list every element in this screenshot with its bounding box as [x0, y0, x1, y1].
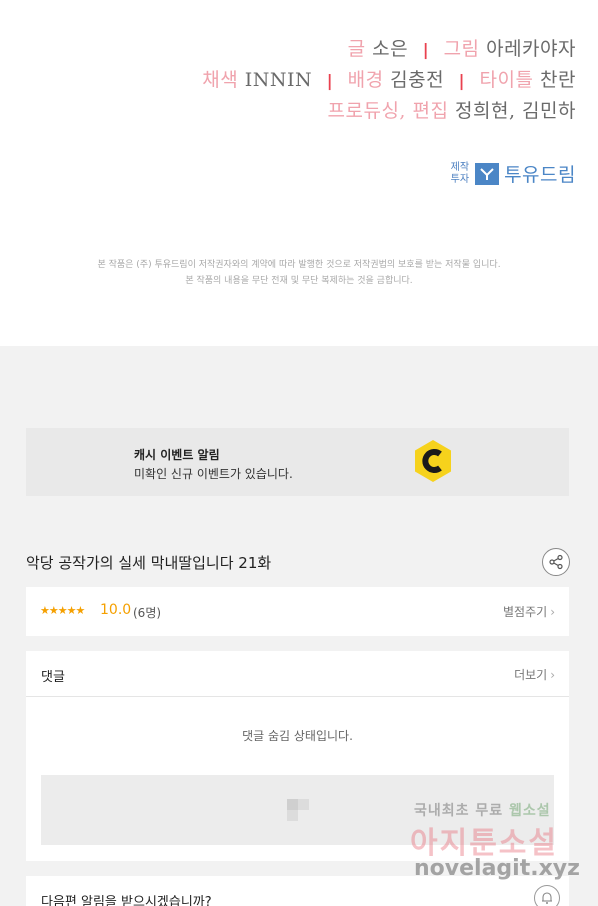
producer-name: 투유드림: [504, 164, 576, 186]
notify-text: 다음편 알림을 받으시겠습니까?: [41, 895, 212, 906]
event-description: 미확인 신규 이벤트가 있습니다.: [134, 467, 293, 481]
watermark-tagline-text: 국내최초 무료: [414, 803, 510, 819]
site-watermark: 국내최초 무료 웹소설 아지툰소설 novelagit.xyz: [410, 800, 580, 890]
rating-stars: ★★★★★: [40, 604, 85, 617]
rating-card: ★★★★★ 10.0 (6명) 별점주기 ›: [26, 587, 569, 636]
producer-role-investment: 투자: [450, 173, 470, 185]
comments-header: 댓글 더보기 ›: [26, 651, 569, 697]
comments-title: 댓글: [41, 670, 65, 685]
credits-line-3: 프로듀싱, 편집 정희현, 김민하: [328, 96, 576, 123]
watermark-tagline: 국내최초 무료 웹소설: [414, 800, 551, 820]
credit-separator: |: [458, 71, 465, 90]
credits-line-1: 글 소은 | 그림 아레카야자: [348, 34, 576, 61]
chevron-right-icon: ›: [550, 668, 555, 682]
chevron-right-icon: ›: [550, 605, 555, 619]
comments-hidden-message: 댓글 숨김 상태입니다.: [242, 729, 353, 743]
rating-score: 10.0: [100, 602, 132, 618]
credits-line-2: 채색 INNIN | 배경 김충전 | 타이틀 찬란: [202, 65, 576, 92]
watermark-tagline-highlight: 웹소설: [509, 803, 551, 819]
rating-count: (6명): [133, 606, 162, 620]
producer-credit: 제작 투자 투유드림: [451, 160, 576, 187]
credit-name: 정희현, 김민하: [455, 100, 576, 122]
producer-role-label: 제작 투자: [451, 162, 469, 186]
comments-more-button[interactable]: 더보기 ›: [514, 666, 555, 683]
more-button-label: 더보기: [514, 668, 548, 682]
credit-role: 배경: [347, 69, 384, 91]
credit-role: 그림: [443, 38, 480, 60]
share-button[interactable]: [542, 548, 570, 576]
credit-name: INNIN: [244, 69, 313, 91]
producer-role-production: 제작: [450, 161, 470, 173]
share-icon: [549, 554, 563, 570]
rate-button-label: 별점주기: [503, 605, 548, 619]
credit-role: 채색: [202, 69, 239, 91]
watermark-url: novelagit.xyz: [414, 856, 580, 881]
cash-event-banner[interactable]: 캐시 이벤트 알림 미확인 신규 이벤트가 있습니다.: [26, 428, 569, 496]
credit-name: 찬란: [540, 69, 576, 91]
cash-coin-icon: [410, 438, 456, 484]
credit-name: 아레카야자: [486, 38, 576, 60]
episode-title: 악당 공작가의 실세 막내딸입니다 21화: [26, 554, 272, 572]
copyright-notice: 본 작품은 (주) 투유드림이 저작권자와의 계약에 따라 발행한 것으로 저작…: [97, 260, 501, 270]
image-placeholder-icon: [286, 799, 309, 821]
credit-role: 타이틀: [479, 69, 534, 91]
credit-role: 프로듀싱, 편집: [327, 100, 449, 122]
credit-separator: |: [422, 40, 430, 59]
credit-name: 김충전: [390, 69, 445, 91]
credit-name: 소은: [372, 38, 409, 60]
tuyu-dream-logo-icon: [475, 162, 500, 185]
credits-section: 글 소은 | 그림 아레카야자 채색 INNIN | 배경 김충전 | 타이틀 …: [0, 0, 598, 346]
event-title: 캐시 이벤트 알림: [134, 448, 220, 462]
bell-icon: [542, 892, 552, 904]
rate-button[interactable]: 별점주기 ›: [503, 603, 555, 620]
copyright-notice: 본 작품의 내용을 무단 전재 및 무단 복제하는 것을 금합니다.: [185, 276, 413, 286]
credit-role: 글: [347, 38, 366, 60]
credit-separator: |: [326, 71, 334, 90]
